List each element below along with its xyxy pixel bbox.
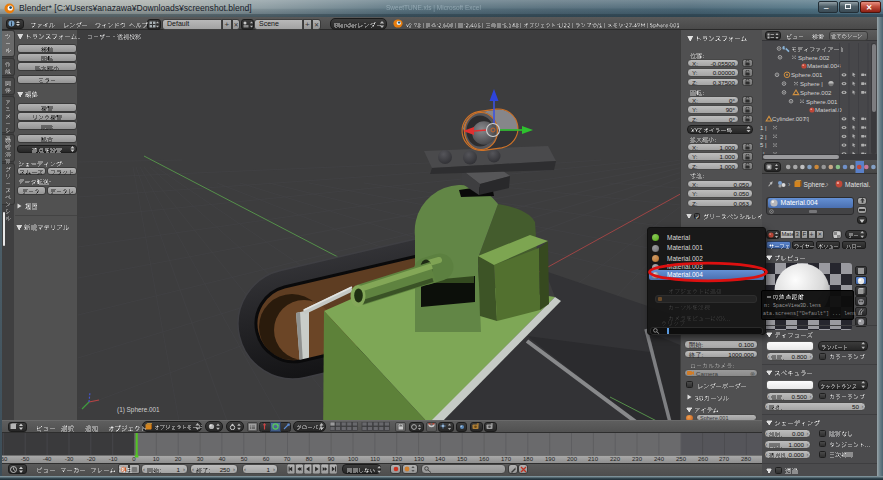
- svg-text:-40: -40: [43, 456, 52, 462]
- svg-text:250: 250: [676, 456, 687, 462]
- svg-text:180: 180: [523, 456, 534, 462]
- svg-text:30: 30: [197, 456, 204, 462]
- svg-text:260: 260: [698, 456, 709, 462]
- svg-text:120: 120: [392, 456, 403, 462]
- svg-text:200: 200: [567, 456, 578, 462]
- svg-text:-50: -50: [21, 456, 30, 462]
- svg-text:150: 150: [457, 456, 468, 462]
- svg-text:190: 190: [545, 456, 556, 462]
- svg-text:160: 160: [479, 456, 490, 462]
- svg-text:-30: -30: [65, 456, 74, 462]
- svg-text:130: 130: [414, 456, 425, 462]
- svg-text:70: 70: [284, 456, 291, 462]
- svg-text:90: 90: [328, 456, 335, 462]
- svg-text:210: 210: [588, 456, 599, 462]
- svg-text:60: 60: [263, 456, 270, 462]
- svg-text:50: 50: [241, 456, 248, 462]
- svg-text:280: 280: [741, 456, 752, 462]
- svg-text:110: 110: [370, 456, 380, 462]
- svg-text:230: 230: [632, 456, 643, 462]
- svg-text:-10: -10: [109, 456, 118, 462]
- svg-text:270: 270: [719, 456, 730, 462]
- svg-text:240: 240: [654, 456, 665, 462]
- svg-text:100: 100: [348, 456, 359, 462]
- svg-text:170: 170: [501, 456, 512, 462]
- svg-text:20: 20: [175, 456, 182, 462]
- svg-text:80: 80: [306, 456, 313, 462]
- svg-text:-20: -20: [87, 456, 96, 462]
- svg-text:10: 10: [153, 456, 160, 462]
- svg-text:-60: -60: [2, 456, 8, 462]
- svg-text:220: 220: [610, 456, 621, 462]
- svg-text:40: 40: [219, 456, 226, 462]
- svg-text:140: 140: [435, 456, 446, 462]
